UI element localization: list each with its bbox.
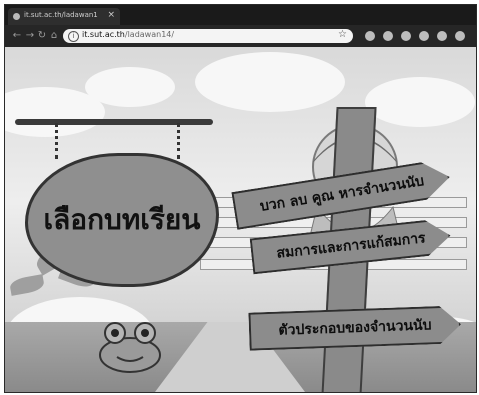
leaf-decoration xyxy=(8,274,46,296)
cloud-decoration xyxy=(195,52,345,112)
browser-tab[interactable]: it.sut.ac.th/ladawan1 × xyxy=(8,8,120,25)
tab-title: it.sut.ac.th/ladawan1 xyxy=(24,11,98,19)
extension-icon[interactable] xyxy=(437,31,447,41)
home-button[interactable]: ⌂ xyxy=(48,30,60,42)
cloud-decoration xyxy=(85,67,175,107)
reload-button[interactable]: ↻ xyxy=(36,30,48,42)
favicon-icon xyxy=(13,13,20,20)
page-title: เลือกบทเรียน xyxy=(43,203,201,236)
forward-button[interactable]: → xyxy=(24,30,36,42)
back-button[interactable]: ← xyxy=(11,30,23,42)
url-host: it.sut.ac.th xyxy=(82,30,125,39)
lesson-select-board: เลือกบทเรียน xyxy=(25,153,219,287)
extension-icon[interactable] xyxy=(401,31,411,41)
star-icon[interactable]: ☆ xyxy=(338,29,347,40)
browser-toolbar: ← → ↻ ⌂ i it.sut.ac.th/ladawan14/ ☆ xyxy=(5,25,476,47)
extension-icon[interactable] xyxy=(419,31,429,41)
tab-bar: it.sut.ac.th/ladawan1 × xyxy=(5,5,476,25)
address-bar[interactable]: i it.sut.ac.th/ladawan14/ ☆ xyxy=(63,29,353,43)
chain-decoration xyxy=(55,123,68,159)
info-icon[interactable]: i xyxy=(68,31,79,42)
lesson-arrow-factors[interactable]: ตัวประกอบของจำนวนนับ xyxy=(248,305,461,350)
url-path: /ladawan14/ xyxy=(124,30,175,39)
extension-icon[interactable] xyxy=(383,31,393,41)
chain-decoration xyxy=(177,123,190,159)
url-text[interactable]: it.sut.ac.th/ladawan14/ xyxy=(82,30,174,39)
close-icon[interactable]: × xyxy=(107,10,115,20)
frog-illustration xyxy=(99,322,161,373)
extension-icon[interactable] xyxy=(365,31,375,41)
lesson-menu-page: เลือกบทเรียน บวก ลบ คูณ หารจำนวนนับ สมกา… xyxy=(5,47,476,392)
extension-icon[interactable] xyxy=(455,31,465,41)
browser-window: it.sut.ac.th/ladawan1 × ← → ↻ ⌂ i it.sut… xyxy=(4,4,477,393)
